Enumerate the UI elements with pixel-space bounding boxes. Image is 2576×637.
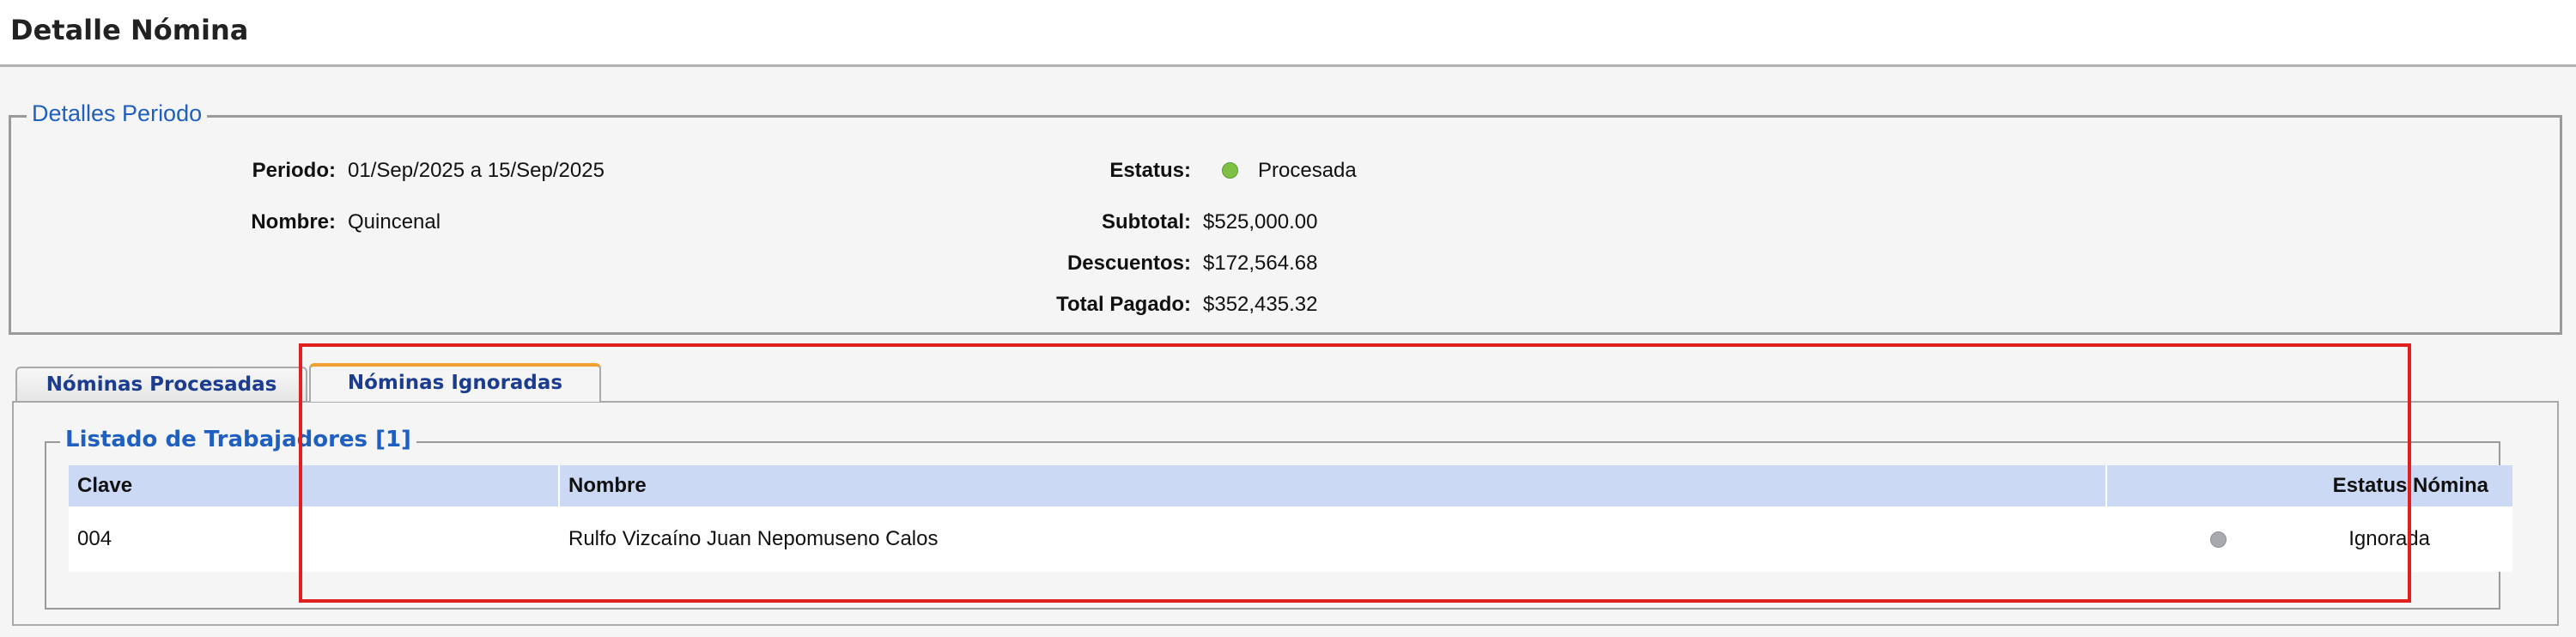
total-pagado-label: Total Pagado: xyxy=(1056,293,1191,316)
tab-nominas-procesadas[interactable]: Nóminas Procesadas xyxy=(15,367,307,403)
cell-nombre: Rulfo Vizcaíno Juan Nepomuseno Calos xyxy=(568,527,939,550)
details-fieldset: Detalles Periodo Periodo: 01/Sep/2025 a … xyxy=(9,100,2562,335)
descuentos-label: Descuentos: xyxy=(1066,252,1191,275)
table-row[interactable]: 004 Rulfo Vizcaíno Juan Nepomuseno Calos… xyxy=(69,507,2512,572)
column-header-nombre[interactable]: Nombre xyxy=(560,465,2105,507)
details-legend: Detalles Periodo xyxy=(27,100,208,127)
cell-estatus: Ignorada xyxy=(2348,527,2430,550)
column-header-estatus[interactable]: Estatus Nómina xyxy=(2107,465,2512,507)
nombre-value: Quincenal xyxy=(348,210,441,234)
estatus-label: Estatus: xyxy=(1109,159,1191,182)
periodo-label: Periodo: xyxy=(252,159,336,182)
subtotal-label: Subtotal: xyxy=(1102,210,1191,234)
listado-fieldset: Listado de Trabajadores [1] Clave Nombre… xyxy=(45,427,2512,610)
header-bar: Detalle Nómina xyxy=(0,0,2576,67)
page-title: Detalle Nómina xyxy=(10,14,249,46)
status-dot-icon xyxy=(1222,162,1238,179)
total-pagado-value: $352,435.32 xyxy=(1203,293,1318,316)
descuentos-value: $172,564.68 xyxy=(1203,252,1318,275)
nombre-label: Nombre: xyxy=(251,210,336,234)
column-header-clave[interactable]: Clave xyxy=(69,465,558,507)
table-header: Clave Nombre Estatus Nómina xyxy=(69,465,2512,507)
tab-panel: Listado de Trabajadores [1] Clave Nombre… xyxy=(12,401,2559,626)
tab-nominas-ignoradas[interactable]: Nóminas Ignoradas xyxy=(309,363,601,402)
status-dot-icon xyxy=(2210,531,2227,548)
listado-legend: Listado de Trabajadores [1] xyxy=(60,427,416,452)
cell-clave: 004 xyxy=(77,527,112,550)
periodo-value: 01/Sep/2025 a 15/Sep/2025 xyxy=(348,159,605,182)
subtotal-value: $525,000.00 xyxy=(1203,210,1318,234)
estatus-value: Procesada xyxy=(1258,159,1357,182)
